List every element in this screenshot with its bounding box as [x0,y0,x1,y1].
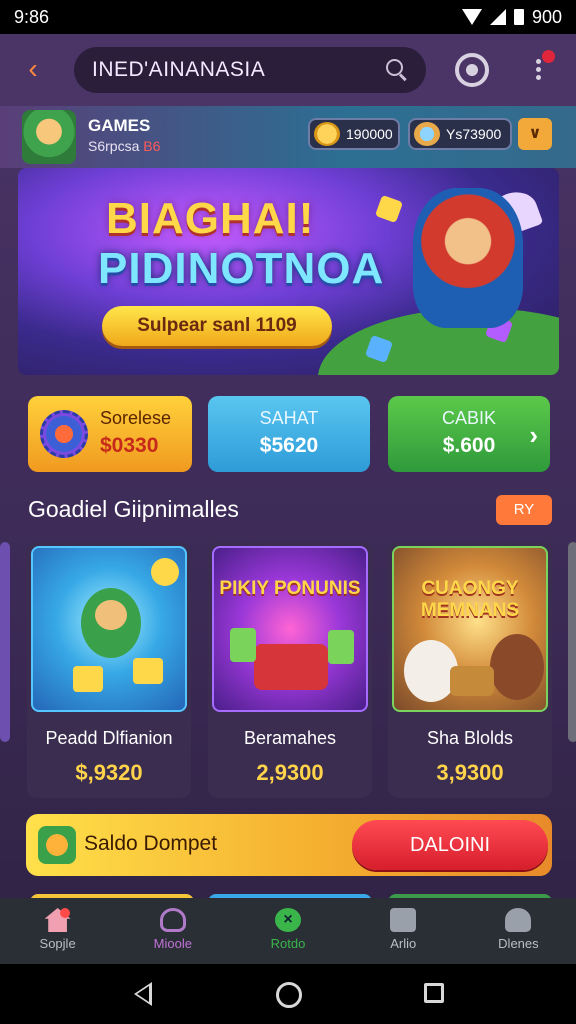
game-name: Sha Blolds [426,728,514,748]
nav-item-play[interactable]: × Rotdo [230,898,345,964]
gift-icon [390,908,417,932]
game-art-gem [328,630,354,664]
search-icon[interactable] [386,59,408,81]
profile-subtitle-prefix: S6rpcsa [88,138,140,154]
quick-card-1[interactable]: Sorelese $0330 [28,396,192,472]
game-card-partial[interactable] [0,542,10,742]
game-thumbnail [31,546,187,712]
banner-cube [374,194,404,224]
bottom-navigation: Sopjle Mioole × Rotdo Arlio Dlenes [0,898,576,964]
nav-item-home[interactable]: Sopjle [0,898,115,964]
search-input[interactable]: INED'AINANASIA [92,58,386,82]
nav-label: Dlenes [498,936,539,951]
quick-card-value: $5620 [259,434,319,457]
game-art-coin [151,558,179,586]
nav-item-profile[interactable]: Dlenes [461,898,576,964]
game-price: 3,9300 [436,760,504,785]
game-thumbnail: PIKIY PONUNIS [212,546,368,712]
quick-card-2[interactable]: SAHAT $5620 [208,396,370,472]
game-name: Beramahes [243,728,337,748]
system-recents-icon[interactable] [424,983,444,1003]
target-icon[interactable] [455,53,489,87]
banner-title-line2: PIDINOTNOA [98,244,385,293]
status-bar: 9:86 900 [0,0,576,34]
key-balance-value: Ys73900 [446,126,502,142]
chevron-right-icon: › [529,420,538,450]
wallet-bar: Saldo Dompet DALOINI [26,814,552,876]
section-title: Goadiel Giipnimalles [28,496,239,522]
wallet-icon [38,826,76,864]
profile-strip: GAMES S6rpcsa B6 190000 Ys73900 ∨ [0,106,576,168]
nav-label: Mioole [153,936,192,951]
signal-icon [489,9,506,25]
game-art-face [95,600,127,630]
banner-character [413,188,523,328]
profile-subtitle: S6rpcsa B6 [88,138,160,154]
banner-title-line1: BIAGHAI! [106,194,315,243]
game-card-partial[interactable] [568,542,576,742]
quick-card-value: $.600 [442,434,496,457]
wallet-label: Saldo Dompet [84,832,218,855]
back-arrow-icon[interactable]: ‹ [20,55,46,83]
profile-title: GAMES [88,116,151,135]
game-thumbnail: CUAONGY MEMNANS [392,546,548,712]
chevron-down-icon[interactable]: ∨ [518,118,552,150]
coin-balance[interactable]: 190000 [308,118,400,150]
wallet-action-button[interactable]: DALOINI [352,820,548,870]
game-art-title: PIKIY PONUNIS [219,578,361,599]
battery-icon [513,9,524,25]
game-art-chest [450,666,494,696]
section-button[interactable]: RY [496,495,552,525]
game-art-cube [133,658,163,684]
game-name: Peadd Dlfianion [45,728,173,748]
profile-icon [505,908,532,932]
app-header: ‹ INED'AINANASIA [0,34,576,106]
coin-icon [314,122,340,146]
status-icons: 900 [461,6,562,28]
user-icon [159,908,186,932]
game-art-character-right [490,634,544,700]
app-screen: ‹ INED'AINANASIA GAMES S6rpcsa B6 190000… [0,34,576,964]
nav-label: Sopjle [39,936,76,951]
quick-card-value: $0330 [100,434,159,457]
nav-label: Arlio [390,936,417,951]
key-balance[interactable]: Ys73900 [408,118,512,150]
quick-card-label: CABIK [441,408,497,428]
system-home-icon[interactable] [276,982,302,1008]
nav-item-user[interactable]: Mioole [115,898,230,964]
play-icon: × [275,908,301,932]
game-art-chest [254,644,328,690]
coin-balance-value: 190000 [346,126,393,142]
quick-card-label: Sorelese [100,408,172,428]
system-navigation-bar [0,964,576,1024]
status-right-text: 900 [531,6,562,27]
banner-cta-button[interactable]: Sulpear sanl 1109 [102,306,332,346]
game-price: $,9320 [75,760,143,785]
system-back-icon[interactable] [134,982,152,1006]
avatar[interactable] [22,110,76,164]
game-card[interactable]: PIKIY PONUNIS Beramahes 2,9300 [208,542,372,798]
wifi-icon [461,9,482,25]
game-art-gem [230,628,256,662]
quick-card-label: SAHAT [259,408,319,428]
notification-dot [60,908,70,918]
game-price: 2,9300 [256,760,324,785]
promo-banner[interactable]: BIAGHAI! PIDINOTNOA Sulpear sanl 1109 [18,168,559,375]
status-time: 9:86 [14,6,50,27]
nav-item-gift[interactable]: Arlio [346,898,461,964]
game-card[interactable]: CUAONGY MEMNANS Sha Blolds 3,9300 [388,542,552,798]
game-art-cube [73,666,103,692]
notification-dot [542,50,555,63]
gear-icon [40,410,88,458]
nav-label: Rotdo [270,936,306,951]
profile-subtitle-highlight: B6 [143,138,161,154]
game-card[interactable]: Peadd Dlfianion $,9320 [27,542,191,798]
game-art-title: CUAONGY MEMNANS [420,578,520,621]
quick-card-3[interactable]: CABIK $.600 › [388,396,550,472]
search-bar[interactable]: INED'AINANASIA [74,47,426,93]
key-icon [414,122,440,146]
